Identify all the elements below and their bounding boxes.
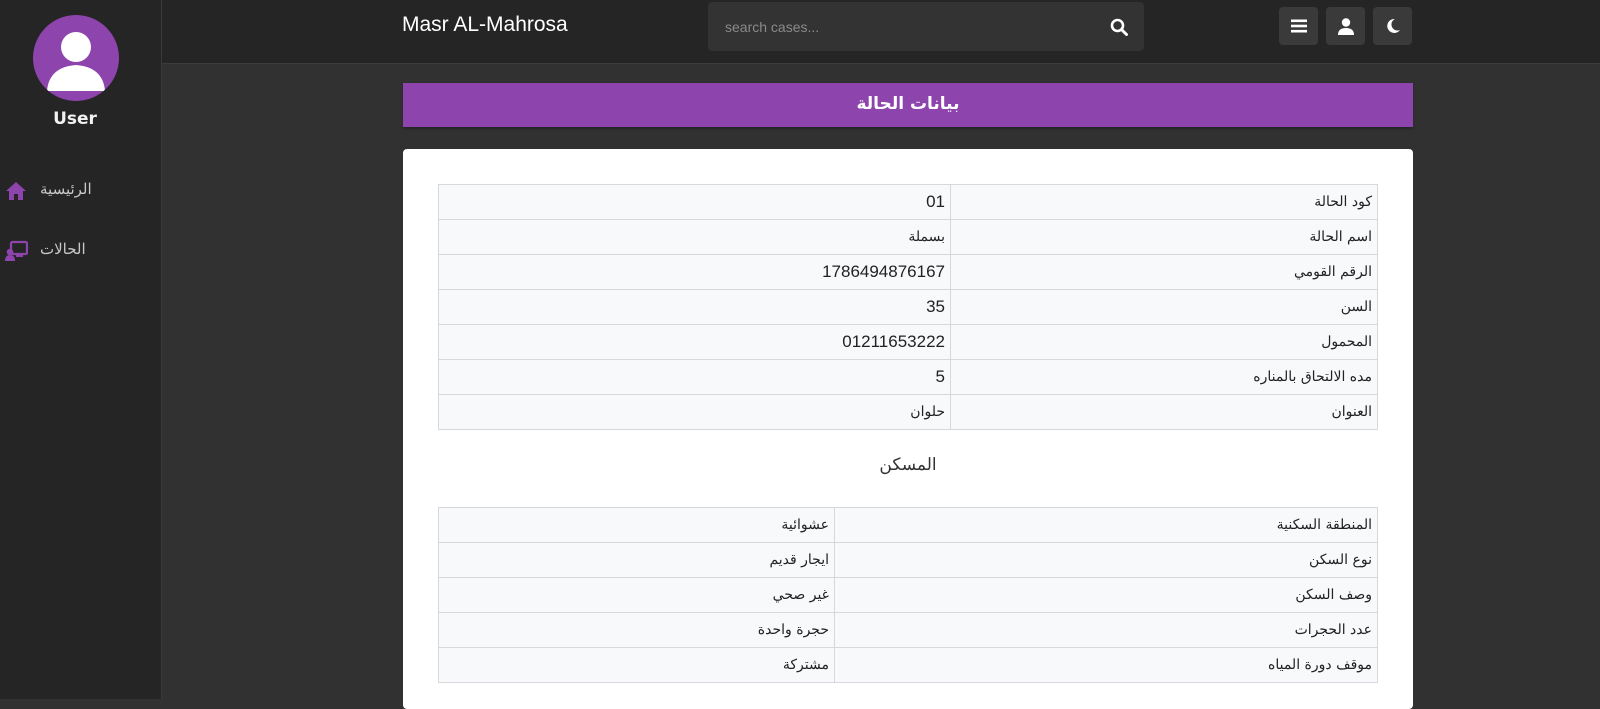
national-id-label: الرقم القومي (950, 254, 1378, 290)
enrollment-duration-value: 5 (438, 359, 951, 395)
avatar[interactable] (33, 15, 119, 101)
table-row: المنطقة السكنية عشوائية (438, 507, 1378, 543)
rooms-count-value: حجرة واحدة (438, 612, 835, 648)
user-avatar-icon (47, 32, 105, 91)
sidebar-item-label: الحالات (40, 240, 86, 258)
age-label: السن (950, 289, 1378, 325)
table-row: الرقم القومي 1786494876167 (438, 254, 1378, 290)
search-icon[interactable] (1110, 18, 1128, 36)
home-icon (4, 180, 28, 202)
user-button[interactable] (1326, 7, 1365, 45)
residential-area-value: عشوائية (438, 507, 835, 543)
theme-toggle-button[interactable] (1373, 7, 1412, 45)
bathroom-status-value: مشتركة (438, 647, 835, 683)
table-row: اسم الحالة بسملة (438, 219, 1378, 255)
moon-icon (1386, 18, 1400, 33)
mobile-label: المحمول (950, 324, 1378, 360)
sidebar-item-label: الرئيسية (40, 180, 92, 198)
table-row: العنوان حلوان (438, 394, 1378, 430)
menu-icon (1290, 19, 1307, 33)
housing-section-title: المسكن (879, 455, 937, 475)
national-id-value: 1786494876167 (438, 254, 951, 290)
bathroom-status-label: موقف دورة المياه (834, 647, 1378, 683)
housing-table: المنطقة السكنية عشوائية نوع السكن ايجار … (438, 507, 1378, 683)
address-label: العنوان (950, 394, 1378, 430)
housing-type-label: نوع السكن (834, 542, 1378, 578)
menu-button[interactable] (1279, 7, 1318, 45)
user-icon (1337, 17, 1354, 35)
enrollment-duration-label: مده الالتحاق بالمناره (950, 359, 1378, 395)
address-value: حلوان (438, 394, 951, 430)
table-row: موقف دورة المياه مشتركة (438, 647, 1378, 683)
table-row: نوع السكن ايجار قديم (438, 542, 1378, 578)
user-name: User (53, 109, 97, 129)
case-code-value: 01 (438, 184, 951, 220)
rooms-count-label: عدد الحجرات (834, 612, 1378, 648)
sidebar-item-home[interactable]: الرئيسية (0, 172, 160, 208)
topbar: Masr AL-Mahrosa search cases... (162, 0, 1600, 64)
case-name-value: بسملة (438, 219, 951, 255)
page-title: بيانات الحالة (403, 83, 1413, 127)
table-row: وصف السكن غير صحي (438, 577, 1378, 613)
table-row: عدد الحجرات حجرة واحدة (438, 612, 1378, 648)
sidebar-item-cases[interactable]: الحالات (0, 232, 160, 268)
case-info-table: كود الحالة 01 اسم الحالة بسملة الرقم الق… (438, 184, 1378, 430)
table-row: المحمول 01211653222 (438, 324, 1378, 360)
mobile-value: 01211653222 (438, 324, 951, 360)
case-name-label: اسم الحالة (950, 219, 1378, 255)
search-input[interactable]: search cases... (725, 19, 819, 35)
table-row: السن 35 (438, 289, 1378, 325)
residential-area-label: المنطقة السكنية (834, 507, 1378, 543)
table-row: كود الحالة 01 (438, 184, 1378, 220)
case-code-label: كود الحالة (950, 184, 1378, 220)
housing-description-label: وصف السكن (834, 577, 1378, 613)
search-bar[interactable]: search cases... (708, 2, 1144, 51)
cases-icon (4, 240, 29, 262)
housing-description-value: غير صحي (438, 577, 835, 613)
sidebar: User الرئيسية الحالات (0, 0, 162, 699)
age-value: 35 (438, 289, 951, 325)
table-row: مده الالتحاق بالمناره 5 (438, 359, 1378, 395)
brand-title[interactable]: Masr AL-Mahrosa (402, 13, 568, 37)
housing-type-value: ايجار قديم (438, 542, 835, 578)
case-details-card: كود الحالة 01 اسم الحالة بسملة الرقم الق… (403, 149, 1413, 709)
